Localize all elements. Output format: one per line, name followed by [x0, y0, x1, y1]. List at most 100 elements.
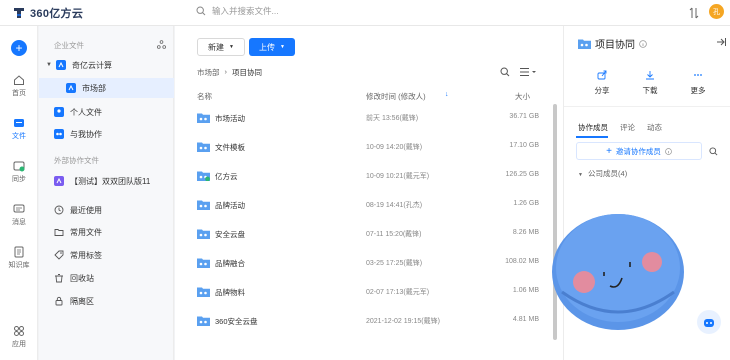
tree-item-common-tags[interactable]: 常用标签 — [39, 245, 174, 265]
team-folder-icon — [197, 171, 210, 181]
panel-title-text: 项目协同 — [595, 40, 635, 51]
top-bar: 360亿方云 输入并搜索文件... 孔 — [0, 0, 730, 26]
download-icon — [646, 71, 654, 80]
file-size: 1.26 GB — [513, 200, 539, 207]
transfer-icon[interactable] — [688, 7, 700, 19]
app-logo[interactable]: 360亿方云 — [12, 5, 83, 21]
table-row[interactable]: 文件模板 10-09 14:20(戴锋) 17.10 GB — [197, 133, 539, 162]
breadcrumb-current: 项目协同 — [232, 68, 262, 77]
info-icon[interactable] — [639, 39, 647, 48]
download-button[interactable]: 下载 — [630, 70, 670, 96]
external-team-icon — [54, 176, 64, 186]
file-size: 126.25 GB — [505, 171, 539, 178]
search-placeholder: 输入并搜索文件... — [212, 6, 279, 16]
clock-icon — [54, 205, 64, 215]
tree-item-common-files[interactable]: 常用文件 — [39, 222, 174, 242]
file-modified: 02-07 17:13(戴元军) — [366, 289, 430, 296]
nav-files[interactable]: 文件 — [0, 117, 38, 141]
tree-shared-label: 与我协作 — [70, 129, 102, 139]
col-time[interactable]: 修改时间 (修改人) — [366, 91, 426, 102]
tree-item-shared[interactable]: 与我协作 — [39, 124, 174, 144]
file-size: 8.26 MB — [512, 229, 539, 236]
table-row[interactable]: 品牌活动 08-19 14:41(孔杰) 1.26 GB — [197, 191, 539, 220]
table-row[interactable]: 亿方云 10-09 10:21(戴元军) 126.25 GB — [197, 162, 539, 191]
tree-item-company[interactable]: ▼ 奇亿云计算 — [39, 55, 174, 75]
file-name[interactable]: 市场活动 — [215, 113, 245, 124]
file-modified: 前天 13:56(戴锋) — [366, 115, 419, 122]
avatar[interactable]: 孔 — [709, 4, 724, 19]
share-icon — [597, 70, 607, 80]
enterprise-heading: 企业文件 — [54, 41, 84, 50]
more-button[interactable]: 更多 — [678, 70, 718, 96]
tree-common-tags-label: 常用标签 — [70, 250, 102, 260]
folder-tree: 企业文件 ▼ 奇亿云计算 市场部 个人文件 与我协作 外部协作文件 【测试】双双… — [39, 26, 174, 360]
tree-item-recycle[interactable]: 回收站 — [39, 268, 174, 288]
file-icon — [14, 119, 24, 127]
message-icon — [13, 204, 25, 213]
apps-icon — [14, 326, 24, 336]
nav-messages[interactable]: 消息 — [0, 203, 38, 227]
nav-home[interactable]: 首页 — [0, 74, 38, 98]
upload-button[interactable]: 上传 ▼ — [249, 38, 295, 56]
invite-button[interactable]: + 邀请协作成员 — [576, 142, 702, 160]
file-name[interactable]: 安全云盘 — [215, 229, 245, 240]
file-modified: 10-09 14:20(戴锋) — [366, 144, 423, 151]
new-button[interactable]: 新建 ▼ — [197, 38, 245, 56]
search-icon[interactable] — [709, 147, 718, 156]
chevron-right-icon: › — [224, 67, 228, 76]
file-name[interactable]: 亿方云 — [215, 171, 238, 182]
table-row[interactable]: 市场活动 前天 13:56(戴锋) 36.71 GB — [197, 104, 539, 133]
tree-item-isolation[interactable]: 隔离区 — [39, 291, 174, 311]
tree-common-files-label: 常用文件 — [70, 227, 102, 237]
table-row[interactable]: 360安全云盘 2021-12-02 19:15(戴锋) 4.81 MB — [197, 307, 539, 336]
tree-item-external-team[interactable]: 【测试】双双团队版11 — [39, 171, 174, 191]
team-folder-icon — [197, 113, 210, 123]
file-size: 108.02 MB — [505, 258, 539, 265]
tree-item-department[interactable]: 市场部 — [39, 78, 174, 98]
caret-down-icon[interactable]: ▼ — [46, 62, 52, 68]
assistant-bot-icon[interactable] — [697, 310, 721, 334]
col-size[interactable]: 大小 — [515, 91, 530, 102]
more-icon — [694, 74, 702, 76]
table-row[interactable]: 安全云盘 07-11 15:20(戴锋) 8.26 MB — [197, 220, 539, 249]
global-search[interactable]: 输入并搜索文件... — [196, 5, 279, 17]
search-icon[interactable] — [500, 67, 510, 77]
invite-label: 邀请协作成员 — [615, 146, 661, 156]
file-size: 36.71 GB — [509, 113, 539, 120]
file-name[interactable]: 品牌活动 — [215, 200, 245, 211]
tree-item-personal[interactable]: 个人文件 — [39, 102, 174, 122]
tab-activity[interactable]: 动态 — [647, 122, 662, 133]
table-row[interactable]: 品牌融合 03-25 17:25(戴锋) 108.02 MB — [197, 249, 539, 278]
list-view-icon[interactable] — [520, 67, 536, 77]
team-folder-icon — [66, 83, 76, 93]
file-name[interactable]: 360安全云盘 — [215, 316, 258, 327]
file-name[interactable]: 品牌融合 — [215, 258, 245, 269]
file-modified: 07-11 15:20(戴锋) — [366, 231, 422, 238]
external-heading: 外部协作文件 — [54, 156, 99, 165]
nav-messages-label: 消息 — [12, 219, 26, 226]
table-row[interactable]: 品牌物料 02-07 17:13(戴元军) 1.06 MB — [197, 278, 539, 307]
table-header: 名称 修改时间 (修改人) ↓ 大小 — [197, 91, 538, 105]
col-name[interactable]: 名称 — [197, 91, 212, 102]
tree-company-label: 奇亿云计算 — [71, 60, 112, 70]
nav-knowledge-label: 知识库 — [8, 262, 30, 269]
app-name: 360亿方云 — [30, 8, 84, 20]
nav-apps[interactable]: 应用 — [0, 325, 38, 349]
sort-desc-icon[interactable]: ↓ — [445, 91, 449, 98]
breadcrumb-parent[interactable]: 市场部 — [197, 67, 220, 78]
trash-icon — [55, 274, 63, 283]
tab-members[interactable]: 协作成员 — [578, 122, 608, 133]
add-button[interactable]: + — [11, 40, 27, 56]
share-button[interactable]: 分享 — [582, 70, 622, 96]
tag-icon — [54, 250, 64, 260]
robot-icon — [704, 319, 714, 327]
file-name[interactable]: 文件模板 — [215, 142, 245, 153]
team-folder-icon — [197, 142, 210, 152]
nav-knowledge[interactable]: 知识库 — [0, 246, 38, 270]
tree-item-recent[interactable]: 最近使用 — [39, 200, 174, 220]
org-chart-icon[interactable] — [157, 40, 166, 49]
file-name[interactable]: 品牌物料 — [215, 287, 245, 298]
tab-comments[interactable]: 评论 — [620, 122, 635, 133]
collapse-panel-icon[interactable] — [716, 37, 726, 47]
nav-sync[interactable]: 同步 — [0, 160, 38, 184]
